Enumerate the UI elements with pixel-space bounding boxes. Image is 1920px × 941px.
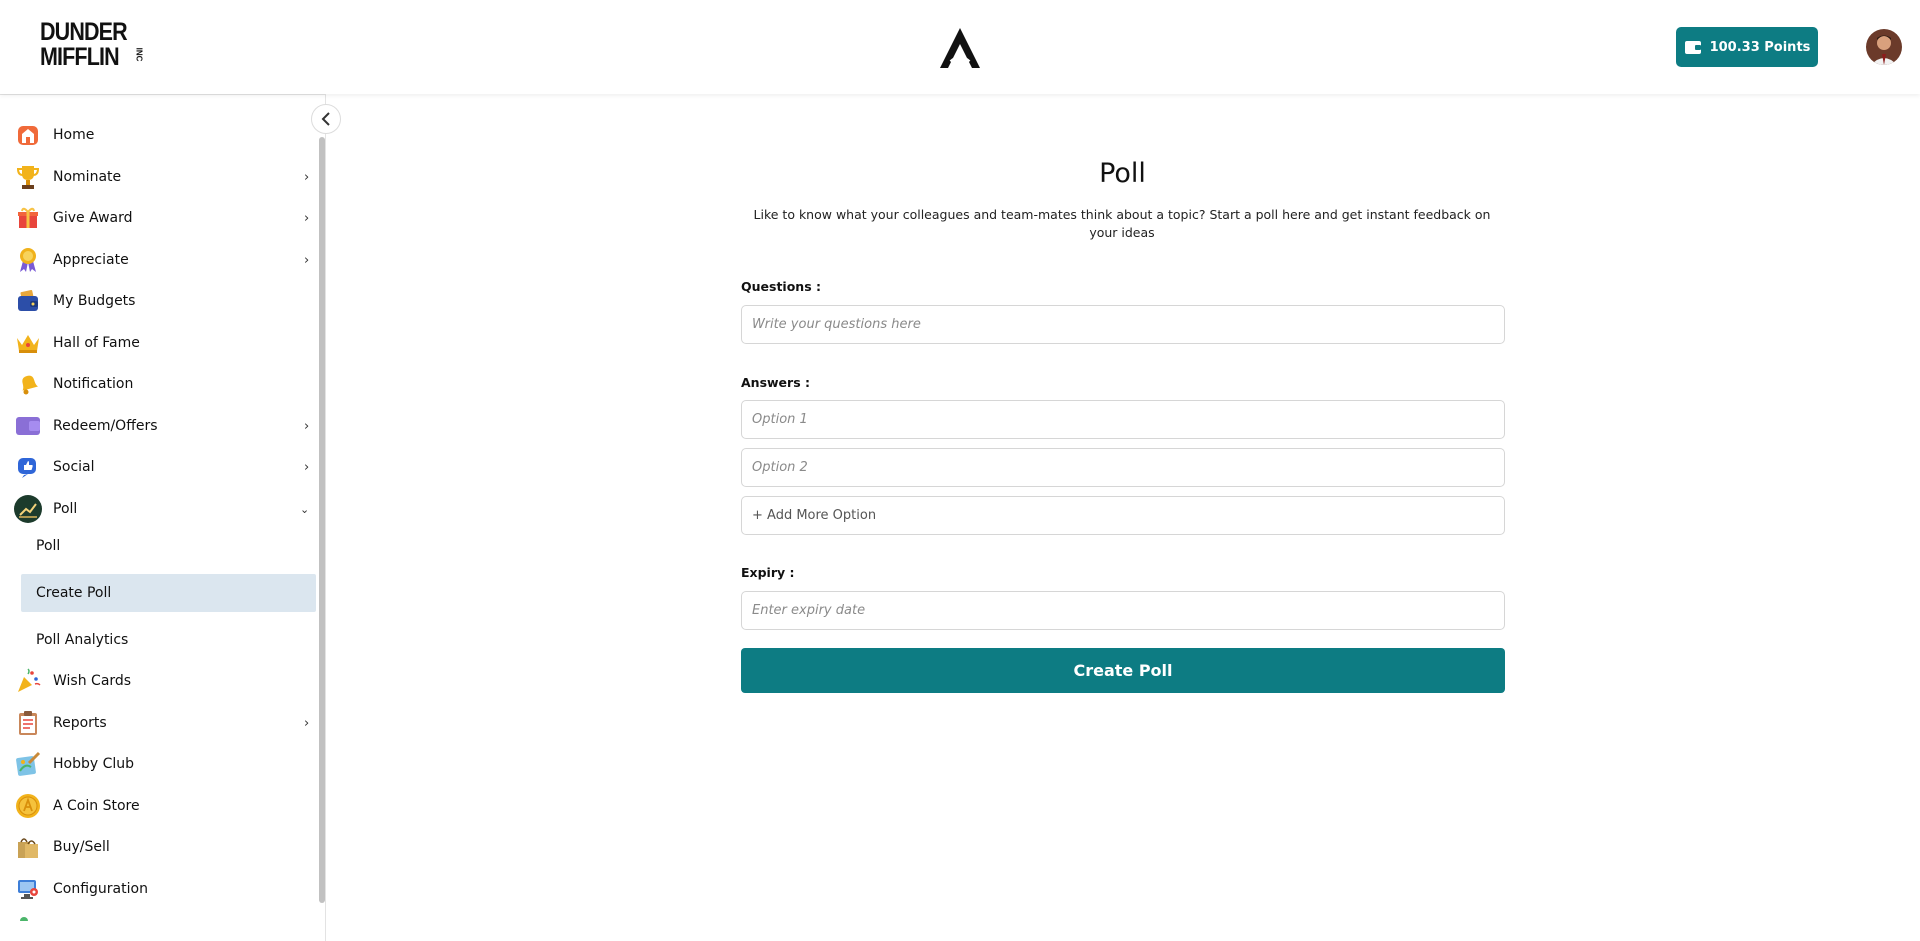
party-popper-icon [14,667,42,695]
sidebar-item-label: Redeem/Offers [53,418,158,434]
sidebar-item-label: Hall of Fame [53,335,140,351]
chevron-right-icon: › [304,210,310,226]
sidebar-item-notification[interactable]: Notification [14,367,314,401]
sidebar-item-social[interactable]: Social › [14,450,314,484]
create-poll-button[interactable]: Create Poll [741,648,1505,693]
sidebar-item-redeem-offers[interactable]: Redeem/Offers › [14,409,314,443]
sidebar-item-nominate[interactable]: Nominate › [14,160,314,194]
questions-placeholder: Write your questions here [752,317,921,332]
option-1-placeholder: Option 1 [752,412,808,427]
brand-line-1: DUNDER [40,18,128,46]
option-2-input[interactable]: Option 2 [741,448,1505,487]
sidebar-item-hall-of-fame[interactable]: Hall of Fame [14,326,314,360]
submenu-item-label: Poll [36,538,61,554]
chevron-left-icon [321,112,330,126]
sidebar-item-label: Configuration [53,881,148,897]
chevron-right-icon: › [304,169,310,185]
gift-icon [14,204,42,232]
coin-icon [14,792,42,820]
sidebar-item-home[interactable]: Home [14,118,314,152]
sidebar-item-label: Notification [53,376,134,392]
brand-inc: INC [134,47,144,62]
sidebar-scrollbar[interactable] [319,137,325,903]
sidebar-item-label: Poll [53,501,78,517]
sidebar-item-hobby-club[interactable]: Hobby Club [14,747,314,781]
app-logo-icon [936,24,984,72]
sidebar-item-label: Nominate [53,169,122,185]
submenu-item-label: Create Poll [36,585,112,601]
ribbon-icon [14,246,42,274]
poll-icon [14,495,42,523]
sidebar-item-label: Home [53,127,95,143]
sidebar-item-configuration[interactable]: Configuration [14,872,314,906]
wallet-icon [14,287,42,315]
shopping-bag-icon [14,833,42,861]
monitor-settings-icon [14,875,42,903]
submenu-item-poll[interactable]: Poll [21,527,316,565]
sidebar-item-label: Reports [53,715,107,731]
chevron-down-icon: ⌄ [300,502,310,516]
brand-line-2: MIFFLIN [40,43,120,71]
create-poll-label: Create Poll [1073,661,1173,680]
paint-icon [14,750,42,778]
sidebar-item-label: Give Award [53,210,133,226]
sidebar-item-label: Hobby Club [53,756,135,772]
sidebar-item-poll[interactable]: Poll ⌄ [14,492,314,526]
chevron-right-icon: › [304,418,310,434]
sidebar-item-label: Wish Cards [53,673,132,689]
clipboard-icon [14,709,42,737]
sidebar-item-reports[interactable]: Reports › [14,706,314,740]
expiry-placeholder: Enter expiry date [752,603,866,618]
submenu-item-create-poll[interactable]: Create Poll [21,574,316,612]
wallet-icon [1684,40,1701,54]
trophy-icon [14,163,42,191]
dunder-mifflin-logo[interactable]: DUNDER MIFFLIN INC [40,18,144,74]
submenu-item-poll-analytics[interactable]: Poll Analytics [21,621,316,659]
sidebar-item-label: Appreciate [53,252,129,268]
top-header: DUNDER MIFFLIN INC 100.33 Points [0,0,1920,94]
offers-icon [14,412,42,440]
sidebar-item-my-budgets[interactable]: My Budgets [14,284,314,318]
sidebar-item-wish-cards[interactable]: Wish Cards [14,664,314,698]
thumbs-up-icon [14,453,42,481]
sidebar-item-buy-sell[interactable]: Buy/Sell [14,830,314,864]
bell-icon [14,370,42,398]
expiry-date-input[interactable]: Enter expiry date [741,591,1505,630]
questions-input[interactable]: Write your questions here [741,305,1505,344]
sidebar-item-give-award[interactable]: Give Award › [14,201,314,235]
add-option-label: + Add More Option [752,508,877,523]
page-subtitle: Like to know what your colleagues and te… [753,207,1491,240]
questions-label: Questions : [741,279,821,294]
sidebar-item-appreciate[interactable]: Appreciate › [14,243,314,277]
option-2-placeholder: Option 2 [752,460,808,475]
page-title: Poll [1099,158,1146,189]
points-button[interactable]: 100.33 Points [1676,27,1818,67]
chevron-right-icon: › [304,252,310,268]
home-icon [14,121,42,149]
sidebar-collapse-button[interactable] [311,104,341,134]
sidebar-item-label: Buy/Sell [53,839,110,855]
expiry-label: Expiry : [741,565,795,580]
sidebar-item-label: A Coin Store [53,798,140,814]
chevron-right-icon: › [304,715,310,731]
sidebar-item-a-coin-store[interactable]: A Coin Store [14,789,314,823]
option-1-input[interactable]: Option 1 [741,400,1505,439]
chevron-right-icon: › [304,459,310,475]
submenu-item-label: Poll Analytics [36,632,129,648]
sidebar-more-hint [20,917,28,921]
crown-icon [14,329,42,357]
answers-label: Answers : [741,375,810,390]
points-label: 100.33 Points [1709,39,1811,55]
user-avatar[interactable] [1866,29,1902,65]
sidebar-item-label: My Budgets [53,293,136,309]
sidebar-item-label: Social [53,459,95,475]
add-option-button[interactable]: + Add More Option [741,496,1505,535]
